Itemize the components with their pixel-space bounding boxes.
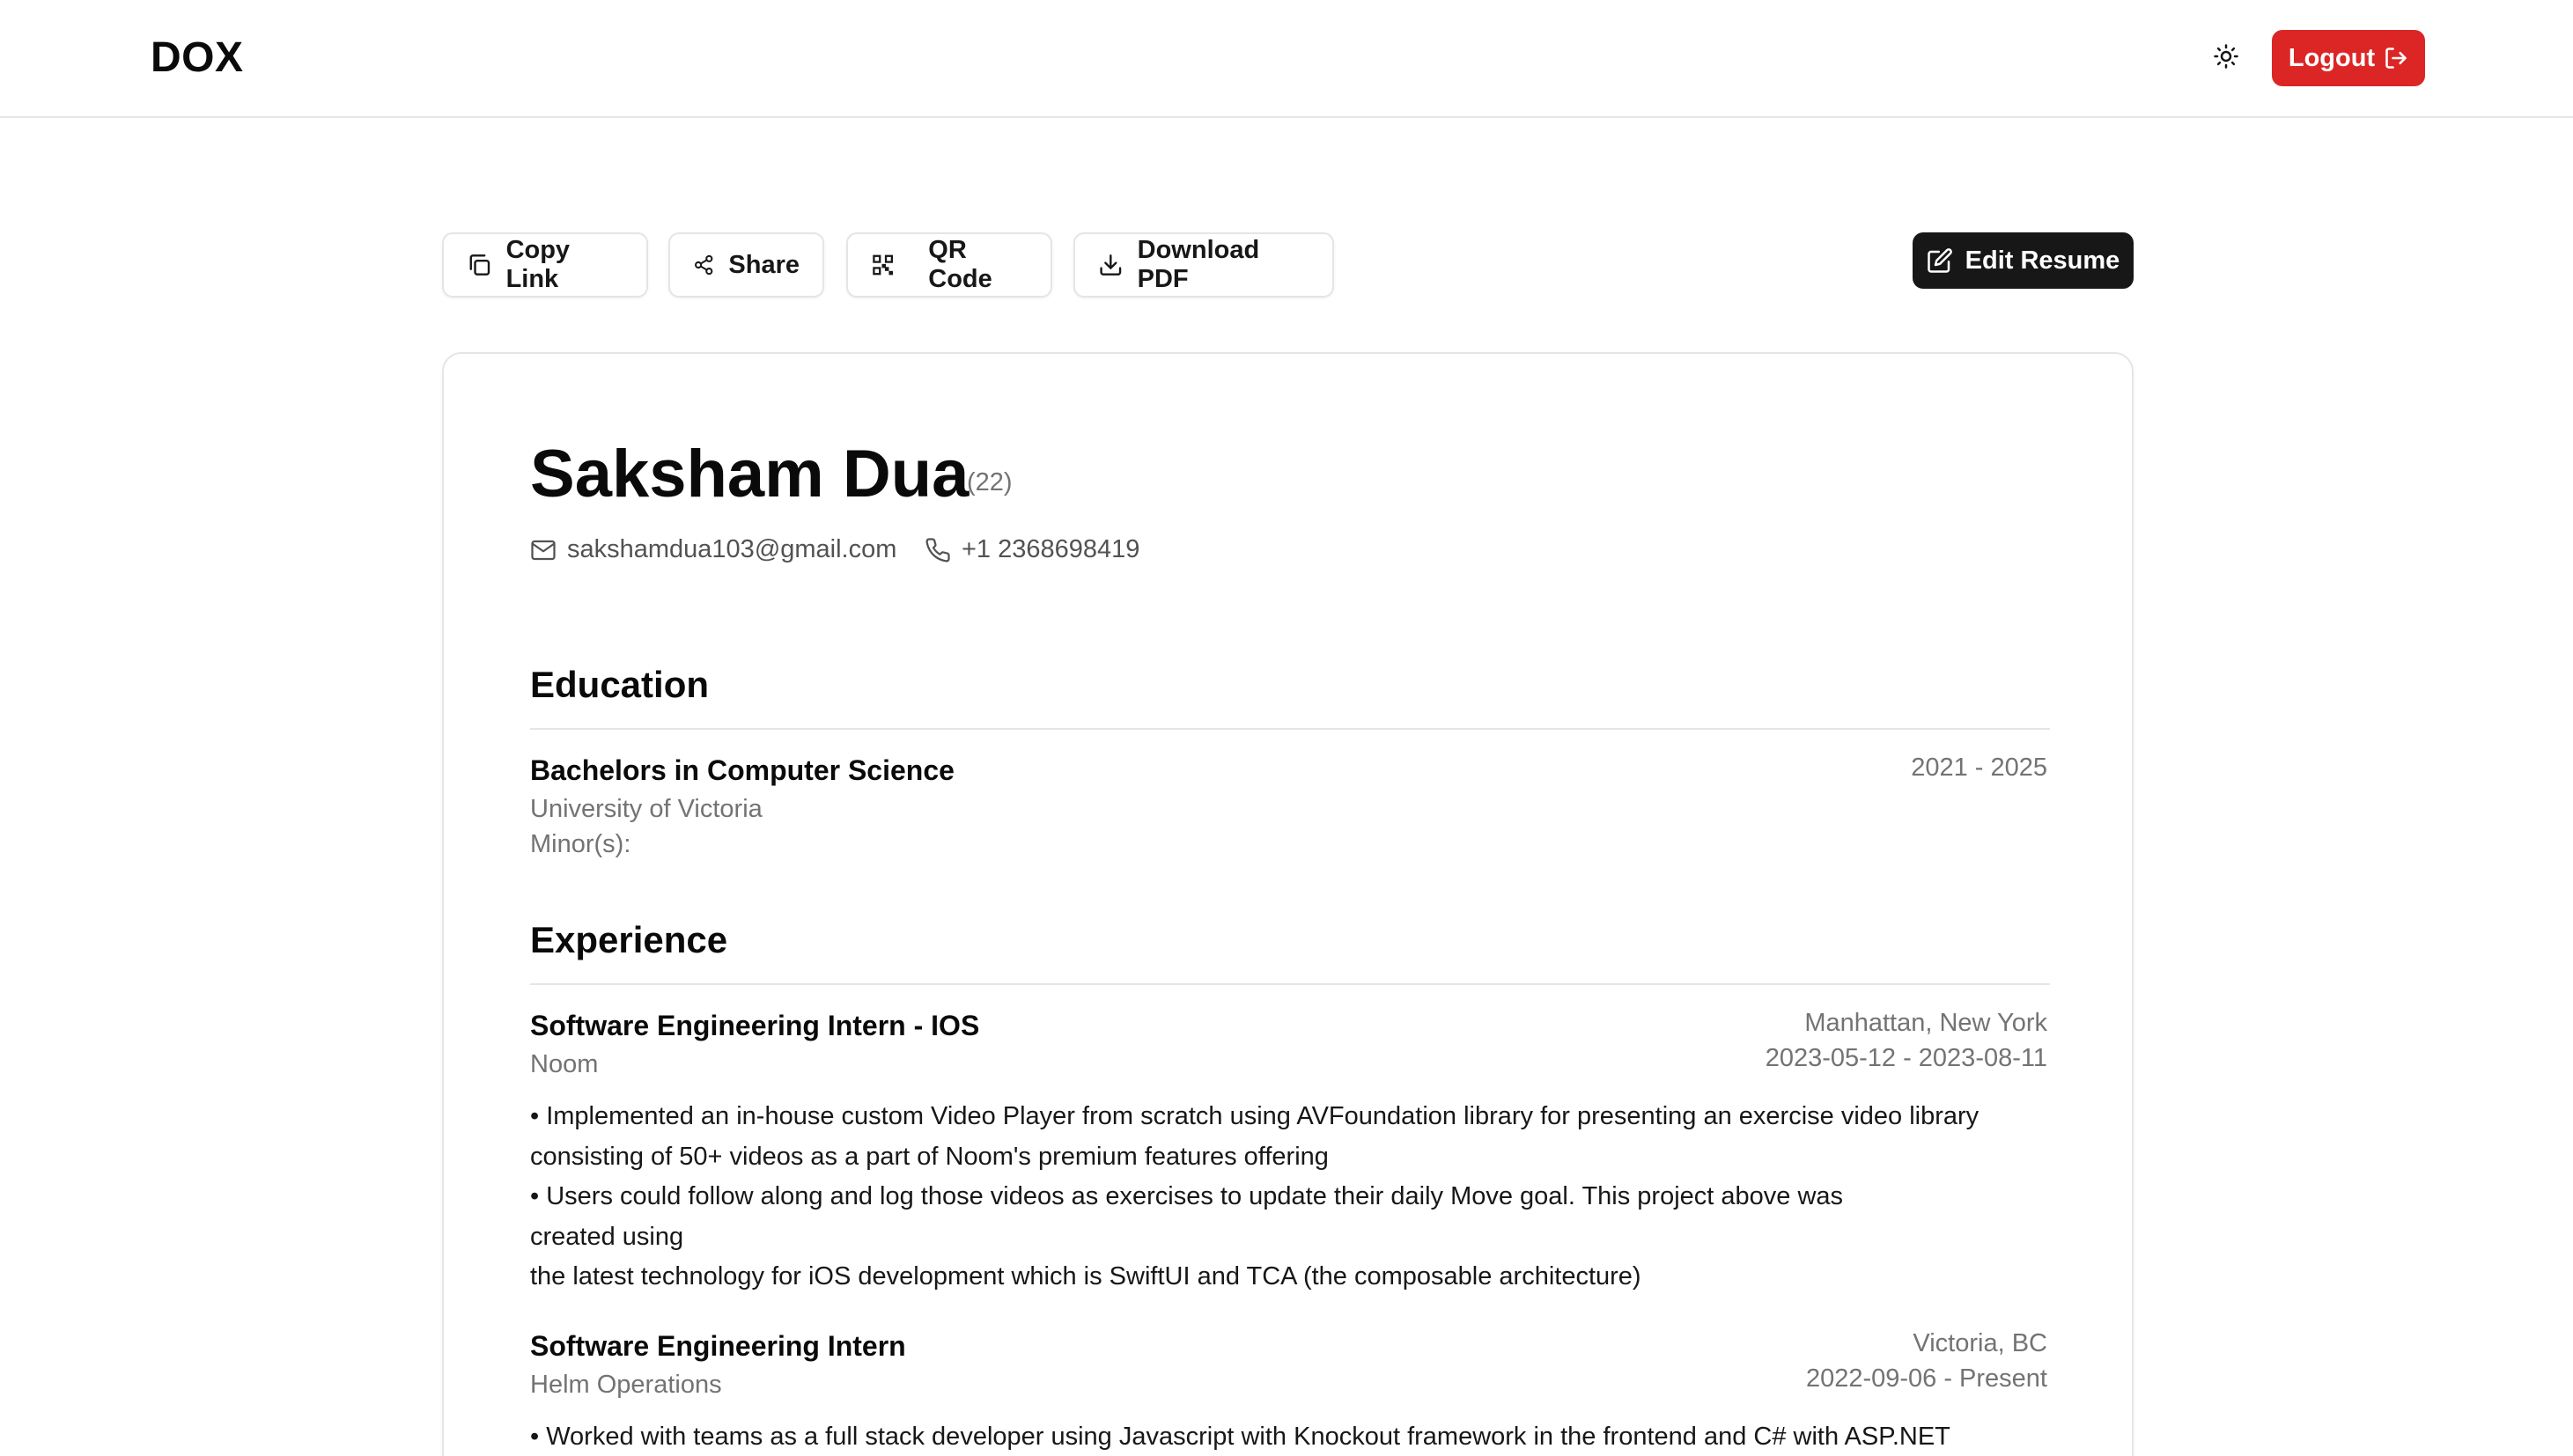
education-divider [530, 728, 2050, 730]
experience-description: • Implemented an in-house custom Video P… [530, 1097, 2062, 1298]
contact-email[interactable]: sakshamdua103@gmail.com [530, 535, 896, 564]
education-school: University of Victoria [530, 795, 763, 823]
experience-heading: Experience [530, 919, 728, 960]
mail-icon [531, 540, 556, 560]
experience-role: Software Engineering Intern [530, 1330, 906, 1362]
download-icon [1100, 254, 1122, 276]
description-line: • Worked with teams as a full stack deve… [530, 1423, 1950, 1451]
experience-description: • Worked with teams as a full stack deve… [530, 1417, 2062, 1456]
education-minors: Minor(s): [530, 830, 631, 858]
download-pdf-label: Download PDF [1137, 236, 1260, 293]
top-header: DOX Logout [0, 0, 2573, 118]
edit-resume-button[interactable]: Edit Resume [1913, 232, 2134, 289]
copy-link-button[interactable]: Copy Link [442, 232, 648, 298]
description-line: consisting of 50+ videos as a part of No… [530, 1142, 1329, 1171]
experience-location: Victoria, BC [1913, 1329, 2047, 1357]
email-text: sakshamdua103@gmail.com [567, 535, 897, 563]
experience-dates: 2023-05-12 - 2023-08-11 [1765, 1044, 2047, 1072]
sun-icon [2214, 44, 2238, 69]
description-line: • Users could follow along and log those… [530, 1182, 1844, 1210]
description-line: created using [530, 1222, 684, 1251]
edit-icon [1927, 248, 1952, 273]
education-degree: Bachelors in Computer Science [530, 754, 955, 786]
edit-resume-label: Edit Resume [1965, 246, 2120, 275]
theme-toggle-button[interactable] [2207, 37, 2245, 76]
logout-label: Logout [2288, 43, 2376, 72]
experience-divider [530, 983, 2050, 985]
share-button[interactable]: Share [668, 232, 824, 298]
copy-link-label: Copy Link [505, 236, 571, 293]
profile-name: Saksham Dua [530, 437, 969, 511]
description-line: the latest technology for iOS developmen… [530, 1262, 1641, 1291]
education-heading: Education [530, 664, 710, 705]
qr-code-button[interactable]: QR Code [846, 232, 1052, 298]
phone-text: +1 2368698419 [962, 535, 1140, 563]
app-logo[interactable]: DOX [151, 32, 244, 85]
qr-code-label: QR Code [928, 236, 992, 293]
contact-phone[interactable]: +1 2368698419 [925, 535, 1139, 564]
share-label: Share [728, 250, 800, 279]
resume-card: Saksham Dua (22) sakshamdua103@gmail.com… [442, 352, 2134, 1456]
experience-company: Noom [530, 1050, 599, 1078]
phone-icon [925, 537, 950, 562]
profile-age: (22) [967, 468, 1013, 496]
experience-company: Helm Operations [530, 1371, 722, 1399]
logout-arrow-icon [2385, 48, 2407, 69]
experience-role: Software Engineering Intern - IOS [530, 1010, 980, 1041]
logout-button[interactable]: Logout [2272, 30, 2425, 86]
experience-dates: 2022-09-06 - Present [1805, 1364, 2047, 1393]
description-line: • Implemented an in-house custom Video P… [530, 1102, 1980, 1130]
copy-icon [469, 254, 490, 276]
experience-location: Manhattan, New York [1804, 1009, 2047, 1037]
download-pdf-button[interactable]: Download PDF [1073, 232, 1334, 298]
education-years: 2021 - 2025 [1911, 754, 2047, 782]
qr-code-icon [873, 254, 893, 276]
share-icon [695, 254, 713, 276]
